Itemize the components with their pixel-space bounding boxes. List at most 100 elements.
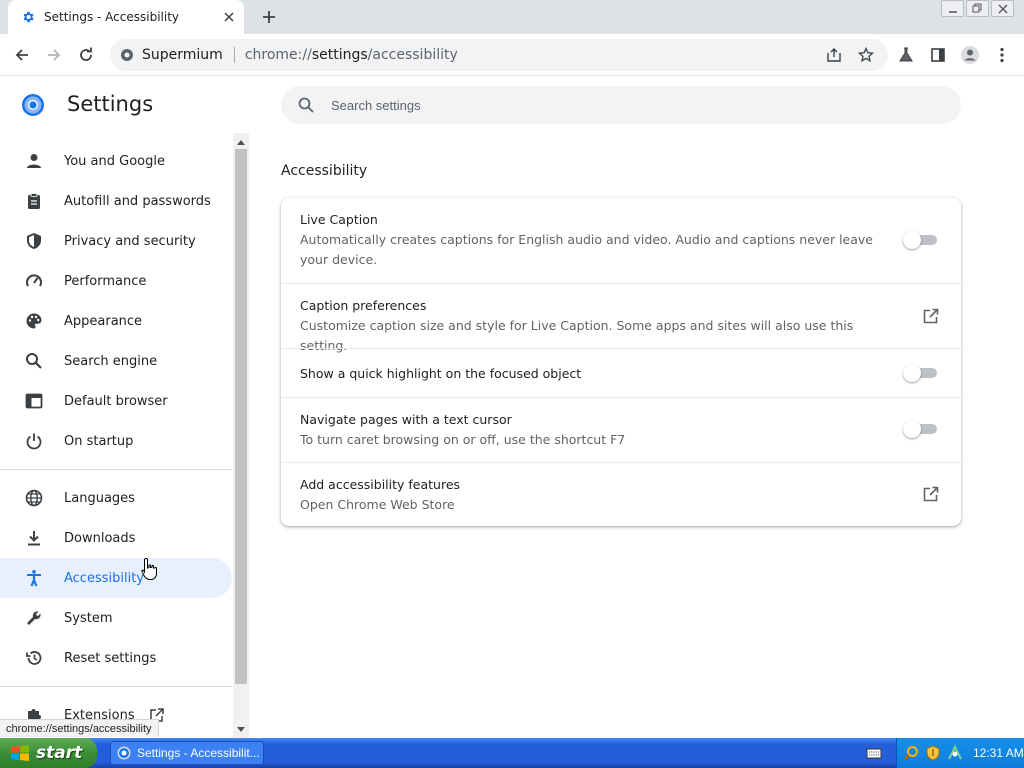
clock: 12:31 AM (973, 746, 1024, 760)
profile-avatar-icon[interactable] (957, 42, 983, 68)
live-caption-toggle[interactable] (903, 231, 937, 249)
history-icon (24, 648, 44, 668)
external-link-icon[interactable] (921, 306, 941, 326)
sidebar-item-label: You and Google (64, 153, 165, 169)
accessibility-icon (24, 568, 44, 588)
sidebar-item-on-startup[interactable]: On startup (0, 421, 232, 461)
scroll-down-arrow-icon[interactable] (233, 722, 249, 736)
window-controls (941, 0, 1014, 17)
sidebar-item-accessibility[interactable]: Accessibility (0, 558, 232, 598)
row-caret-browsing[interactable]: Navigate pages with a text cursor To tur… (281, 397, 961, 462)
start-button[interactable]: start (0, 738, 97, 768)
sidebar-scrollbar[interactable] (233, 133, 249, 738)
minimize-button[interactable] (941, 0, 964, 17)
menu-kebab-icon[interactable] (989, 42, 1015, 68)
sidebar-item-label: Reset settings (64, 650, 157, 666)
row-subtitle: To turn caret browsing on or off, use th… (300, 432, 626, 447)
sidebar-item-you-and-google[interactable]: You and Google (0, 141, 232, 181)
reload-button[interactable] (73, 42, 99, 68)
link-status-bubble: chrome://settings/accessibility (0, 719, 159, 737)
system-tray: 12:31 AM (896, 738, 1024, 768)
tab-title: Settings - Accessibility (44, 10, 180, 24)
sidebar-item-performance[interactable]: Performance (0, 261, 232, 301)
row-add-accessibility-features[interactable]: Add accessibility features Open Chrome W… (281, 462, 961, 526)
close-tab-icon[interactable] (220, 8, 238, 26)
sidebar-item-languages[interactable]: Languages (0, 478, 232, 518)
sidebar-item-autofill[interactable]: Autofill and passwords (0, 181, 232, 221)
shield-icon (24, 231, 44, 251)
sidebar-item-search-engine[interactable]: Search engine (0, 341, 232, 381)
share-icon[interactable] (822, 43, 846, 67)
row-caption-preferences[interactable]: Caption preferences Customize caption si… (281, 283, 961, 353)
browser-tab[interactable]: Settings - Accessibility (8, 0, 244, 34)
new-tab-button[interactable] (258, 6, 280, 28)
download-icon (24, 528, 44, 548)
caret-browsing-toggle[interactable] (903, 420, 937, 438)
settings-search[interactable] (281, 86, 961, 124)
row-title: Add accessibility features (300, 477, 461, 492)
sidebar-item-system[interactable]: System (0, 598, 232, 638)
taskbar-window-label: Settings - Accessibilit... (137, 746, 260, 760)
sidebar-item-label: On startup (64, 433, 134, 449)
back-button[interactable] (9, 42, 35, 68)
chrome-app-icon (117, 746, 131, 760)
row-focus-highlight[interactable]: Show a quick highlight on the focused ob… (281, 348, 961, 397)
search-icon (24, 351, 44, 371)
sidebar-item-privacy[interactable]: Privacy and security (0, 221, 232, 261)
sidebar-item-appearance[interactable]: Appearance (0, 301, 232, 341)
sidebar-item-downloads[interactable]: Downloads (0, 518, 232, 558)
accessibility-card: Live Caption Automatically creates capti… (281, 198, 961, 526)
speedometer-icon (24, 271, 44, 291)
row-title: Live Caption (300, 212, 378, 227)
windows-taskbar: start Settings - Accessibilit... 12:31 A… (0, 738, 1024, 768)
scroll-up-arrow-icon[interactable] (233, 135, 249, 149)
url-scheme: chrome:// (244, 47, 312, 63)
url-host: settings (311, 47, 368, 63)
hand-cursor-icon (141, 557, 157, 580)
sidebar-divider (0, 686, 232, 687)
chrome-logo-icon (21, 93, 45, 117)
row-live-caption[interactable]: Live Caption Automatically creates capti… (281, 198, 961, 283)
settings-sidebar: You and Google Autofill and passwords Pr… (0, 140, 234, 738)
person-icon (24, 151, 44, 171)
focus-highlight-toggle[interactable] (903, 364, 937, 382)
url-path: /accessibility (367, 47, 458, 63)
scrollbar-thumb[interactable] (235, 149, 247, 684)
tab-strip: Settings - Accessibility (0, 0, 1024, 34)
search-icon (298, 97, 314, 113)
search-magnifier-icon[interactable] (903, 745, 919, 761)
wrench-icon (24, 608, 44, 628)
taskbar-window-button[interactable]: Settings - Accessibilit... (110, 741, 264, 765)
row-subtitle: Open Chrome Web Store (300, 497, 455, 512)
sidebar-item-label: Default browser (64, 393, 168, 409)
sidebar-divider (0, 469, 232, 470)
keyboard-icon[interactable] (866, 745, 882, 761)
sidebar-item-label: Autofill and passwords (64, 193, 211, 209)
palette-icon (24, 311, 44, 331)
external-link-icon[interactable] (921, 484, 941, 504)
clipboard-icon (24, 191, 44, 211)
chrome-site-icon (119, 47, 135, 63)
omnibox-divider (233, 47, 235, 63)
row-title: Navigate pages with a text cursor (300, 412, 512, 427)
restore-button[interactable] (966, 0, 989, 17)
side-panel-icon[interactable] (925, 42, 951, 68)
network-icon[interactable] (947, 745, 963, 761)
sidebar-item-reset-settings[interactable]: Reset settings (0, 638, 232, 678)
security-shield-icon[interactable] (925, 745, 941, 761)
globe-icon (24, 488, 44, 508)
windows-flag-icon (11, 745, 29, 761)
power-icon (24, 431, 44, 451)
sidebar-item-default-browser[interactable]: Default browser (0, 381, 232, 421)
sidebar-item-label: Privacy and security (64, 233, 196, 249)
sidebar-item-label: Search engine (64, 353, 158, 369)
close-window-button[interactable] (991, 0, 1014, 17)
bookmark-star-icon[interactable] (854, 43, 878, 67)
settings-header: Settings (0, 77, 1024, 133)
address-bar[interactable]: Supermium chrome://settings/accessibilit… (110, 39, 888, 71)
forward-button[interactable] (41, 42, 67, 68)
settings-gear-icon (20, 9, 36, 25)
extension-flask-icon[interactable] (893, 42, 919, 68)
search-input[interactable] (331, 97, 931, 113)
row-title: Caption preferences (300, 298, 427, 313)
